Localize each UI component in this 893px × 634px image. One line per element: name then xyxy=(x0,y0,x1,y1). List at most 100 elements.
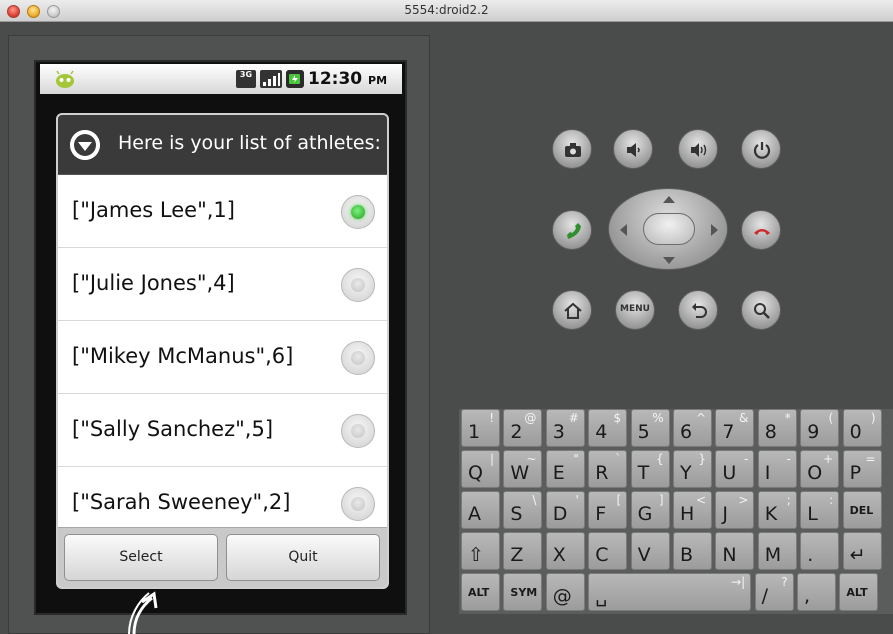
key[interactable]: G] xyxy=(630,491,670,529)
pointer-arrow-annotation xyxy=(128,591,158,634)
key[interactable]: V xyxy=(630,532,670,570)
key-label: S xyxy=(510,503,523,525)
list-item[interactable]: ["Julie Jones",4] xyxy=(58,248,387,321)
key-label: 7 xyxy=(722,421,735,443)
key-alt-label: + xyxy=(823,452,834,466)
key[interactable]: DEL xyxy=(842,491,882,529)
key[interactable]: 4 $ xyxy=(588,409,628,447)
key[interactable]: K; xyxy=(757,491,797,529)
volume-up-button[interactable] xyxy=(678,129,718,169)
key[interactable]: /? xyxy=(754,573,794,611)
list-item[interactable]: ["Sally Sanchez",5] xyxy=(58,394,387,467)
key[interactable]: U- xyxy=(715,450,755,488)
power-button[interactable] xyxy=(741,129,781,169)
key-alt-label: : xyxy=(829,493,834,507)
key[interactable]: 7 & xyxy=(715,409,755,447)
key[interactable]: , xyxy=(797,573,836,611)
search-icon xyxy=(754,303,770,319)
key[interactable]: 0) xyxy=(842,409,882,447)
key[interactable]: . xyxy=(800,532,840,570)
key[interactable]: S \ xyxy=(503,491,543,529)
key[interactable]: 9( xyxy=(800,409,840,447)
key-label: 6 xyxy=(680,421,693,443)
key[interactable]: Q | xyxy=(461,450,500,488)
key[interactable]: 1! xyxy=(461,409,500,447)
volume-up-icon xyxy=(691,143,707,157)
key-label: 4 xyxy=(595,421,608,443)
key-alt-label: ! xyxy=(489,411,494,425)
search-button[interactable] xyxy=(741,290,781,330)
key[interactable]: T{ xyxy=(630,450,670,488)
key[interactable]: W ~ xyxy=(503,450,543,488)
key[interactable]: M xyxy=(757,532,797,570)
key-alt-label: < xyxy=(695,493,706,507)
key[interactable]: J > xyxy=(715,491,755,529)
key[interactable]: @ xyxy=(545,573,585,611)
camera-button[interactable] xyxy=(552,129,592,169)
key-label: ALT xyxy=(468,586,490,599)
select-button[interactable]: Select xyxy=(64,534,218,581)
key[interactable]: ALT xyxy=(839,573,879,611)
key[interactable]: 6 ^ xyxy=(673,409,712,447)
key-label: A xyxy=(468,503,481,525)
dialog-button-bar: Select Quit xyxy=(58,527,387,587)
list-item[interactable]: ["Sarah Sweeney",2] xyxy=(58,467,387,529)
key[interactable]: 3 # xyxy=(545,409,585,447)
back-button[interactable] xyxy=(678,290,718,330)
key[interactable]: E " xyxy=(545,450,585,488)
key-label: G xyxy=(637,503,653,525)
key[interactable]: C xyxy=(588,532,628,570)
key[interactable]: N xyxy=(715,532,755,570)
athlete-label: ["Sarah Sweeney",2] xyxy=(72,490,291,514)
key-alt-label: ~ xyxy=(526,452,537,466)
key[interactable]: 8 * xyxy=(757,409,797,447)
battery-charging-icon xyxy=(286,70,304,88)
call-button[interactable] xyxy=(552,210,592,250)
key[interactable]: ALT xyxy=(461,573,500,611)
key-label: R xyxy=(595,462,609,484)
radio-button[interactable] xyxy=(341,268,375,302)
radio-button[interactable] xyxy=(341,341,375,375)
key[interactable]: D ' xyxy=(545,491,585,529)
key[interactable]: ⇧ xyxy=(461,532,500,570)
volume-down-button[interactable] xyxy=(613,129,653,169)
radio-button[interactable] xyxy=(341,487,375,521)
radio-button-selected[interactable] xyxy=(341,195,375,229)
key-label: / xyxy=(761,585,768,607)
dpad[interactable] xyxy=(608,188,728,270)
list-item[interactable]: ["Mikey McManus",6] xyxy=(58,321,387,394)
list-item[interactable]: ["James Lee",1] xyxy=(58,175,387,248)
radio-button[interactable] xyxy=(341,414,375,448)
key[interactable]: I- xyxy=(757,450,797,488)
key-alt-label: } xyxy=(698,452,706,466)
key[interactable]: Y} xyxy=(673,450,712,488)
key[interactable]: L: xyxy=(800,491,840,529)
key[interactable]: 2 @ xyxy=(503,409,543,447)
quit-button[interactable]: Quit xyxy=(226,534,380,581)
key[interactable]: Z xyxy=(503,532,543,570)
key[interactable]: R ` xyxy=(588,450,628,488)
home-button[interactable] xyxy=(552,290,592,330)
end-call-button[interactable] xyxy=(741,210,781,250)
key[interactable]: 5% xyxy=(630,409,670,447)
menu-button[interactable]: MENU xyxy=(615,290,655,330)
key[interactable]: B xyxy=(673,532,712,570)
key[interactable]: F[ xyxy=(588,491,628,529)
end-call-icon xyxy=(754,229,770,235)
key[interactable]: X xyxy=(545,532,585,570)
key[interactable]: SYM xyxy=(503,573,543,611)
key[interactable]: O + xyxy=(800,450,840,488)
volume-down-icon xyxy=(627,143,640,157)
key-label: Z xyxy=(510,544,524,566)
key[interactable]: ␣ →| xyxy=(588,573,752,611)
dialog-header: Here is your list of athletes: xyxy=(58,115,387,175)
key[interactable]: A xyxy=(461,491,500,529)
key-alt-label: = xyxy=(865,452,876,466)
key[interactable]: P = xyxy=(842,450,882,488)
key-alt-label: \ xyxy=(532,493,537,507)
key[interactable]: ↵ xyxy=(842,532,882,570)
dpad-center-button[interactable] xyxy=(643,213,695,245)
key[interactable]: H < xyxy=(673,491,712,529)
key-label: SYM xyxy=(510,586,538,599)
hardware-keyboard: 1! 2 @3 #4 $5% 6 ^ 7 & 8 * 9(0) Q | W ~ E " R ` T{Y} U - I - O + P =… xyxy=(459,409,893,614)
